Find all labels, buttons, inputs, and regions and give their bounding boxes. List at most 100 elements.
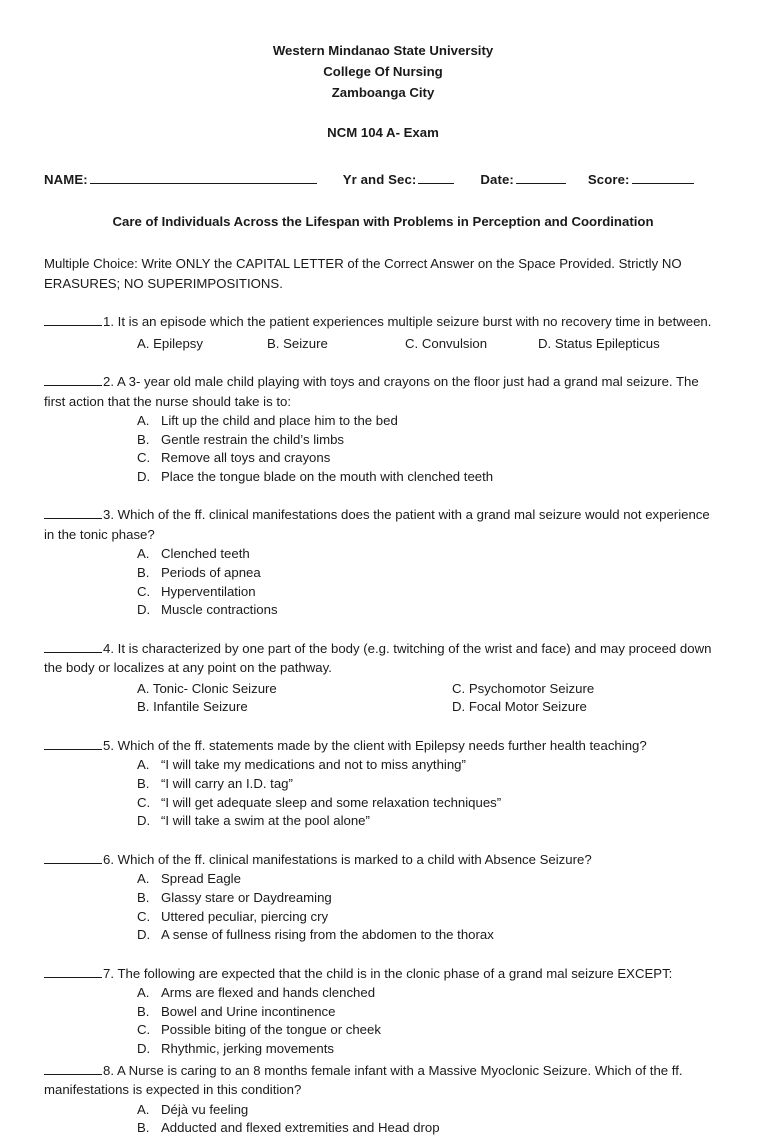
choice-item[interactable]: B. Periods of apnea xyxy=(44,564,722,583)
choice-item[interactable]: C. Possible biting of the tongue or cheek xyxy=(44,1021,722,1040)
choice-letter: C. xyxy=(137,908,151,924)
answer-blank[interactable] xyxy=(44,373,102,386)
choice-c[interactable]: C. Psychomotor Seizure xyxy=(452,680,594,699)
question-number: 2. xyxy=(103,374,114,389)
question-text: 5. Which of the ff. statements made by t… xyxy=(44,736,722,756)
answer-blank[interactable] xyxy=(44,313,102,326)
choice-text: Gentle restrain the child’s limbs xyxy=(161,431,344,447)
question-text: 2. A 3- year old male child playing with… xyxy=(44,372,722,411)
choice-item[interactable]: C. Uttered peculiar, piercing cry xyxy=(44,908,722,927)
name-label: NAME: xyxy=(44,172,88,187)
choice-item[interactable]: B. Gentle restrain the child’s limbs xyxy=(44,431,722,450)
choice-item[interactable]: A. Arms are flexed and hands clenched xyxy=(44,984,722,1003)
choice-letter: B. xyxy=(137,1120,150,1136)
name-input-blank[interactable] xyxy=(89,170,317,184)
choice-text: Uttered peculiar, piercing cry xyxy=(161,908,329,924)
answer-blank[interactable] xyxy=(44,737,102,750)
choice-letter: A. xyxy=(137,871,150,887)
choice-letter: B. xyxy=(137,776,150,792)
choice-item[interactable]: B. Adducted and flexed extremities and He… xyxy=(44,1119,722,1138)
question-number: 7. xyxy=(103,965,114,981)
city-name: Zamboanga City xyxy=(331,85,435,100)
choice-item[interactable]: A. Lift up the child and place him to the… xyxy=(44,412,722,431)
question-number: 5. xyxy=(103,737,114,753)
choice-a[interactable]: A. Tonic- Clonic Seizure xyxy=(137,680,452,699)
choice-a[interactable]: A. Epilepsy xyxy=(137,334,267,354)
institution-header: Western Mindanao State University Colleg… xyxy=(44,40,722,103)
choice-letter: A. xyxy=(137,985,150,1001)
choice-text: “I will carry an I.D. tag” xyxy=(161,776,293,792)
choice-text: Bowel and Urine incontinence xyxy=(161,1003,336,1019)
choice-text: “I will take my medications and not to m… xyxy=(161,757,466,773)
choice-text: Clenched teeth xyxy=(161,546,250,562)
choice-c[interactable]: C. Convulsion xyxy=(405,334,538,354)
choices-inline: A. Epilepsy B. Seizure C. Convulsion D. Sta… xyxy=(44,334,722,354)
choice-item[interactable]: C. Remove all toys and crayons xyxy=(44,449,722,468)
choice-item[interactable]: D. Muscle contractions xyxy=(44,601,722,620)
question-body: It is characterized by one part of the b… xyxy=(44,640,712,676)
choice-letter: B. xyxy=(137,889,150,905)
university-name: Western Mindanao State University xyxy=(272,43,494,58)
year-section-input-blank[interactable] xyxy=(418,170,455,184)
answer-blank[interactable] xyxy=(44,640,102,653)
question-number: 8. xyxy=(103,1062,114,1078)
choice-item[interactable]: A. “I will take my medications and not to… xyxy=(44,756,722,775)
student-info-row: NAME: Yr and Sec: Date: Score: xyxy=(44,170,722,187)
choice-item[interactable]: D. Place the tongue blade on the mouth wi… xyxy=(44,468,722,487)
question-body: Which of the ff. clinical manifestations… xyxy=(117,851,592,867)
score-input-blank[interactable] xyxy=(631,170,694,184)
choice-b[interactable]: B. Seizure xyxy=(267,334,405,354)
choice-text: Spread Eagle xyxy=(161,871,241,887)
question-body: It is an episode which the patient exper… xyxy=(117,314,712,329)
question-1: 1. It is an episode which the patient ex… xyxy=(44,312,722,353)
choice-item[interactable]: A. Clenched teeth xyxy=(44,545,722,564)
choices-list: A. Spread Eagle B. Glassy stare or Daydrea… xyxy=(44,870,722,944)
choice-item[interactable]: B. Bowel and Urine incontinence xyxy=(44,1003,722,1022)
choice-text: Periods of apnea xyxy=(161,564,261,580)
choice-b[interactable]: B. Infantile Seizure xyxy=(137,698,452,717)
choice-text: Muscle contractions xyxy=(161,602,278,618)
choice-letter: A. xyxy=(137,1101,150,1117)
choice-d[interactable]: D. Status Epilepticus xyxy=(538,334,660,354)
choice-item[interactable]: B. “I will carry an I.D. tag” xyxy=(44,775,722,794)
choice-letter: A. xyxy=(137,413,150,428)
choice-item[interactable]: D. A sense of fullness rising from the ab… xyxy=(44,926,722,945)
question-body: A Nurse is caring to an 8 months female … xyxy=(44,1062,683,1098)
choice-item[interactable]: B. Glassy stare or Daydreaming xyxy=(44,889,722,908)
question-number: 6. xyxy=(103,851,114,867)
choice-item[interactable]: A. Spread Eagle xyxy=(44,870,722,889)
instructions-text: Multiple Choice: Write ONLY the CAPITAL … xyxy=(44,256,682,291)
choices-list: A. Clenched teeth B. Periods of apnea C. H… xyxy=(44,545,722,619)
choice-item[interactable]: C. Hyperventilation xyxy=(44,583,722,602)
question-8: 8. A Nurse is caring to an 8 months fema… xyxy=(44,1061,722,1138)
exam-page: Western Mindanao State University Colleg… xyxy=(0,0,768,1135)
question-text: 6. Which of the ff. clinical manifestati… xyxy=(44,850,722,870)
question-text: 8. A Nurse is caring to an 8 months fema… xyxy=(44,1061,722,1100)
choice-text: Lift up the child and place him to the b… xyxy=(161,413,398,428)
choice-letter: D. xyxy=(137,602,151,618)
question-5: 5. Which of the ff. statements made by t… xyxy=(44,736,722,831)
question-number: 4. xyxy=(103,640,114,656)
choices-list: A. Lift up the child and place him to the… xyxy=(44,412,722,486)
choice-letter: A. xyxy=(137,546,150,562)
answer-blank[interactable] xyxy=(44,965,102,978)
choice-text: Possible biting of the tongue or cheek xyxy=(161,1022,381,1038)
question-body: Which of the ff. statements made by the … xyxy=(117,737,647,753)
date-input-blank[interactable] xyxy=(515,170,566,184)
answer-blank[interactable] xyxy=(44,851,102,864)
answer-blank[interactable] xyxy=(44,506,102,520)
choices-two-column: A. Tonic- Clonic Seizure C. Psychomotor S… xyxy=(44,680,722,717)
question-number: 1. xyxy=(103,314,114,329)
question-body: Which of the ff. clinical manifestations… xyxy=(44,507,710,542)
choice-item[interactable]: A. Déjà vu feeling xyxy=(44,1101,722,1120)
choice-item[interactable]: C. “I will get adequate sleep and some re… xyxy=(44,794,722,813)
choice-row: B. Infantile Seizure D. Focal Motor Seizu… xyxy=(137,698,722,717)
choice-d[interactable]: D. Focal Motor Seizure xyxy=(452,698,587,717)
choice-item[interactable]: D. Rhythmic, jerking movements xyxy=(44,1040,722,1059)
choice-item[interactable]: D. “I will take a swim at the pool alone” xyxy=(44,812,722,831)
choices-list: A. Déjà vu feeling B. Adducted and flexed … xyxy=(44,1101,722,1138)
answer-blank[interactable] xyxy=(44,1062,102,1075)
choice-letter: C. xyxy=(137,1022,151,1038)
choice-letter: D. xyxy=(137,1040,151,1056)
exam-title: NCM 104 A- Exam xyxy=(327,125,439,140)
